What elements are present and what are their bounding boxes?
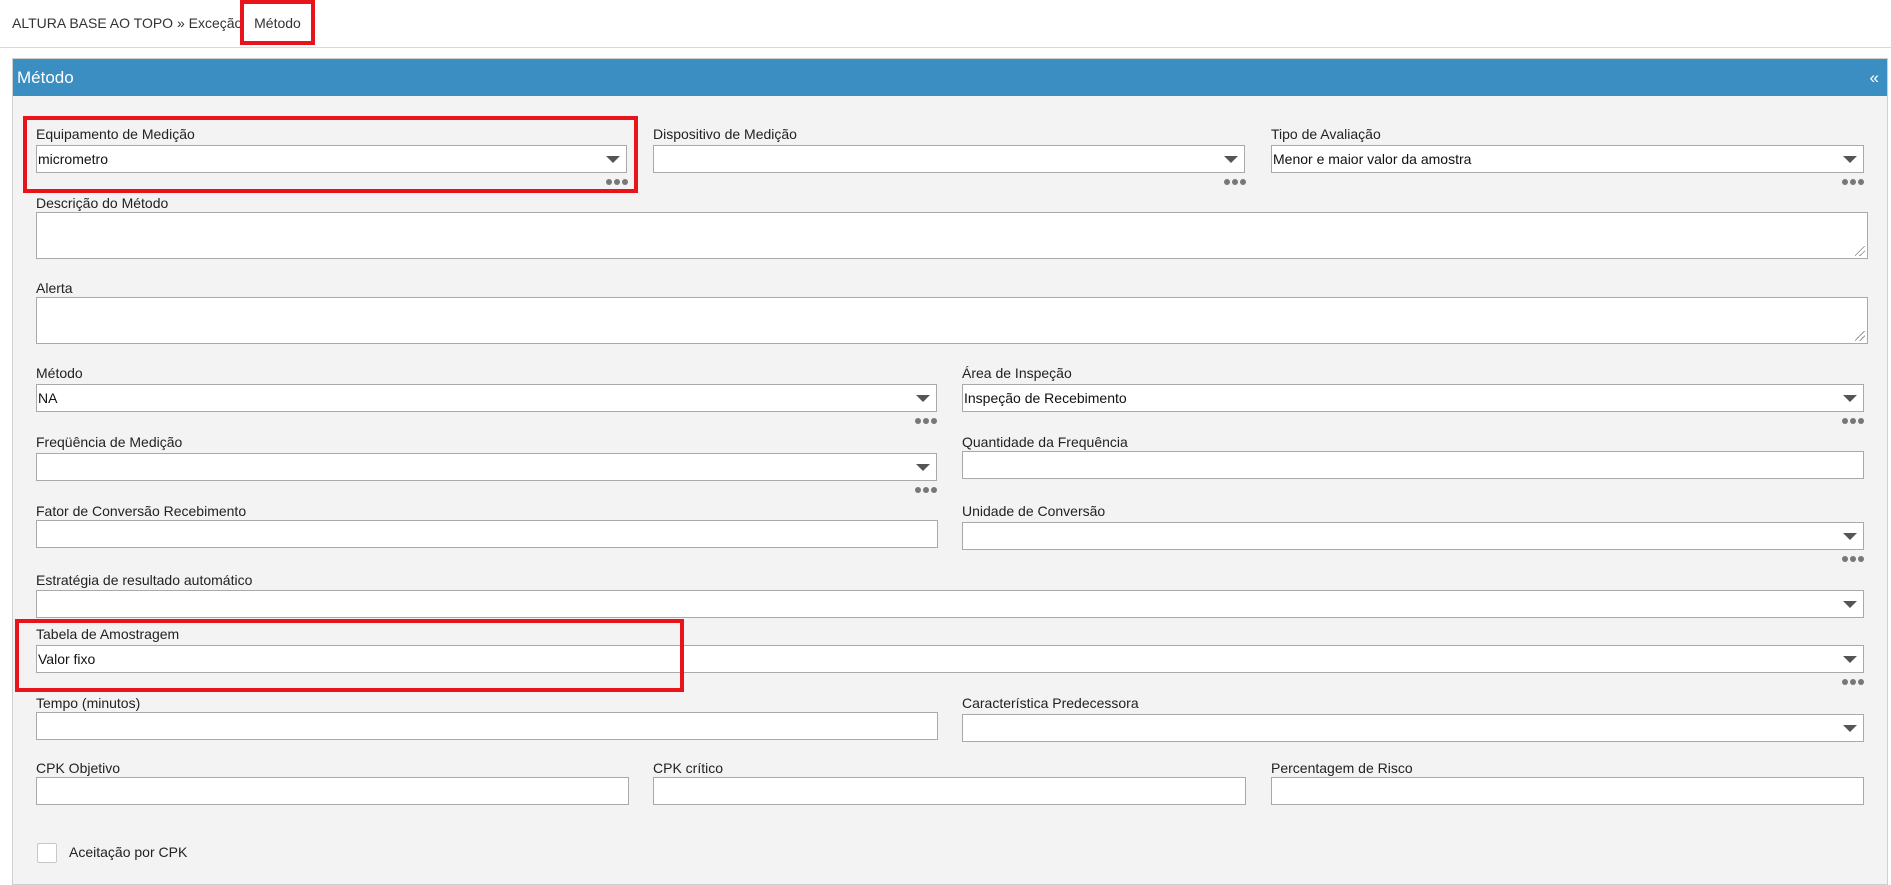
quantidade-frequencia-label: Quantidade da Frequência xyxy=(962,434,1128,450)
estrategia-label: Estratégia de resultado automático xyxy=(36,572,253,588)
panel-title: Método xyxy=(17,68,74,87)
quantidade-frequencia-input[interactable] xyxy=(962,451,1864,479)
tipo-avaliacao-value: Menor e maior valor da amostra xyxy=(1273,151,1472,167)
cpk-objetivo-input[interactable] xyxy=(36,777,629,805)
aceitacao-cpk-checkbox[interactable] xyxy=(37,843,57,863)
tipo-avaliacao-label: Tipo de Avaliação xyxy=(1271,126,1381,142)
metodo-label: Método xyxy=(36,365,83,381)
chevron-down-icon xyxy=(606,156,620,163)
fator-conversao-label: Fator de Conversão Recebimento xyxy=(36,503,247,519)
resize-grip-icon[interactable] xyxy=(1855,246,1865,256)
more-options-icon[interactable] xyxy=(1842,418,1864,424)
area-inspecao-value: Inspeção de Recebimento xyxy=(964,390,1127,406)
area-inspecao-select[interactable]: Inspeção de Recebimento xyxy=(962,384,1864,412)
tabela-amostragem-select[interactable]: Valor fixo xyxy=(36,645,1864,673)
equipamento-value: micrometro xyxy=(38,151,109,167)
dispositivo-select[interactable] xyxy=(653,145,1245,173)
area-inspecao-label: Área de Inspeção xyxy=(962,365,1072,381)
aceitacao-cpk-label: Aceitação por CPK xyxy=(69,844,188,860)
equipamento-label: Equipamento de Medição xyxy=(36,126,195,142)
chevron-down-icon xyxy=(1224,156,1238,163)
fator-conversao-input[interactable] xyxy=(36,520,938,548)
chevron-down-icon xyxy=(916,464,930,471)
metodo-select[interactable]: NA xyxy=(36,384,937,412)
metodo-value: NA xyxy=(38,390,58,406)
dispositivo-label: Dispositivo de Medição xyxy=(653,126,797,142)
cpk-critico-label: CPK crítico xyxy=(653,760,724,776)
equipamento-select[interactable]: micrometro xyxy=(36,145,627,173)
estrategia-select[interactable] xyxy=(36,590,1864,618)
tab-bar: ALTURA BASE AO TOPO » Exceção Método xyxy=(0,0,1891,48)
collapse-icon[interactable]: « xyxy=(1870,59,1879,96)
cpk-objetivo-label: CPK Objetivo xyxy=(36,760,121,776)
more-options-icon[interactable] xyxy=(1842,556,1864,562)
descricao-label: Descrição do Método xyxy=(36,195,169,211)
caracteristica-predecessora-select[interactable] xyxy=(962,714,1864,742)
panel-header: Método « xyxy=(13,59,1887,96)
chevron-down-icon xyxy=(1843,395,1857,402)
percentagem-risco-input[interactable] xyxy=(1271,777,1864,805)
descricao-textarea[interactable] xyxy=(36,212,1868,259)
more-options-icon[interactable] xyxy=(1842,179,1864,185)
more-options-icon[interactable] xyxy=(1842,679,1864,685)
resize-grip-icon[interactable] xyxy=(1855,331,1865,341)
chevron-down-icon xyxy=(1843,601,1857,608)
frequencia-label: Freqüência de Medição xyxy=(36,434,183,450)
unidade-conversao-label: Unidade de Conversão xyxy=(962,503,1106,519)
alerta-textarea[interactable] xyxy=(36,297,1868,344)
alerta-label: Alerta xyxy=(36,280,73,296)
more-options-icon[interactable] xyxy=(915,487,937,493)
tempo-input[interactable] xyxy=(36,712,938,740)
chevron-down-icon xyxy=(1843,725,1857,732)
chevron-down-icon xyxy=(1843,156,1857,163)
more-options-icon[interactable] xyxy=(606,179,628,185)
cpk-critico-input[interactable] xyxy=(653,777,1246,805)
unidade-conversao-select[interactable] xyxy=(962,522,1864,550)
tab-breadcrumb[interactable]: ALTURA BASE AO TOPO » Exceção xyxy=(12,0,242,47)
tabela-amostragem-value: Valor fixo xyxy=(38,651,96,667)
tempo-label: Tempo (minutos) xyxy=(36,695,141,711)
percentagem-risco-label: Percentagem de Risco xyxy=(1271,760,1413,776)
more-options-icon[interactable] xyxy=(915,418,937,424)
chevron-down-icon xyxy=(916,395,930,402)
frequencia-select[interactable] xyxy=(36,453,937,481)
caracteristica-predecessora-label: Característica Predecessora xyxy=(962,695,1139,711)
tabela-amostragem-label: Tabela de Amostragem xyxy=(36,626,180,642)
chevron-down-icon xyxy=(1843,533,1857,540)
tab-metodo[interactable]: Método xyxy=(240,0,315,45)
chevron-down-icon xyxy=(1843,656,1857,663)
tipo-avaliacao-select[interactable]: Menor e maior valor da amostra xyxy=(1271,145,1864,173)
more-options-icon[interactable] xyxy=(1224,179,1246,185)
